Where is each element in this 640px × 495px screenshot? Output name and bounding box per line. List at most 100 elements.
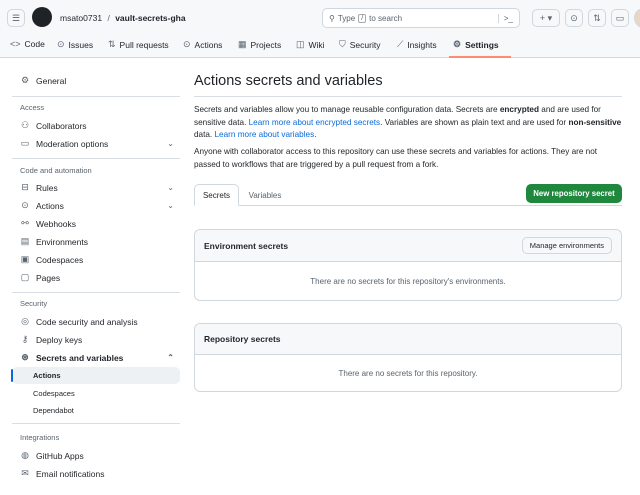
separator: / <box>107 13 109 23</box>
tab-issues[interactable]: ⊙ Issues <box>57 39 93 50</box>
tab-pull-requests[interactable]: ⇅ Pull requests <box>108 39 169 50</box>
sidebar-item-label: Codespaces <box>33 389 75 398</box>
panel-header: Repository secrets <box>195 324 621 355</box>
hamburger-icon: ☰ <box>12 13 20 24</box>
sidebar-subitem-codespaces[interactable]: Codespaces <box>12 385 180 402</box>
sidebar-item-label: Rules <box>36 183 58 193</box>
selected-indicator <box>11 369 13 382</box>
sidebar-item-label: Moderation options <box>36 139 108 149</box>
play-icon: ⊙ <box>183 39 191 50</box>
tab-label: Secrets <box>203 191 230 200</box>
book-icon: ◫ <box>296 39 305 50</box>
tab-secrets[interactable]: Secrets <box>194 184 239 206</box>
sidebar-item-actions[interactable]: ⊙Actions⌄ <box>12 197 180 214</box>
menu-button[interactable]: ☰ <box>7 9 25 27</box>
server-icon: ▤ <box>20 236 30 247</box>
repo-push-icon: ⊟ <box>20 182 30 193</box>
issue-icon: ⊙ <box>570 13 578 24</box>
sidebar-item-label: General <box>36 76 66 86</box>
issue-icon: ⊙ <box>57 39 65 50</box>
play-icon: ⊙ <box>20 200 30 211</box>
breadcrumb: msato0731 / vault-secrets-gha <box>60 13 186 23</box>
empty-state: There are no secrets for this repository… <box>195 355 621 391</box>
sidebar-item-github-apps[interactable]: ◍GitHub Apps <box>12 447 180 464</box>
shield-icon: ⛉ <box>339 39 346 50</box>
search-input[interactable]: ⚲ Type / to search >_ <box>322 8 520 28</box>
pull-requests-button[interactable]: ⇅ <box>588 9 606 27</box>
sidebar-item-collaborators[interactable]: ⚇ Collaborators <box>12 117 180 134</box>
avatar[interactable] <box>634 8 640 28</box>
sidebar-subitem-actions[interactable]: Actions <box>12 367 180 384</box>
tab-insights[interactable]: ⟋Insights <box>397 39 437 50</box>
sidebar-item-label: Code security and analysis <box>36 317 138 327</box>
new-repository-secret-button[interactable]: New repository secret <box>526 184 622 203</box>
tab-projects[interactable]: ▦Projects <box>238 39 281 50</box>
sidebar-item-label: Codespaces <box>36 255 83 265</box>
search-placeholder-post: to search <box>369 14 402 23</box>
create-new-button[interactable]: + ▾ <box>532 9 560 27</box>
sidebar-item-rules[interactable]: ⊟ Rules ⌄ <box>12 179 180 196</box>
divider <box>194 96 622 97</box>
plus-icon: + ▾ <box>540 13 552 24</box>
sidebar-subitem-dependabot[interactable]: Dependabot <box>12 402 180 419</box>
tab-actions[interactable]: ⊙Actions <box>183 39 222 50</box>
sidebar-item-code-security[interactable]: ◎Code security and analysis <box>12 313 180 330</box>
repo-link[interactable]: vault-secrets-gha <box>115 13 185 23</box>
sidebar-item-general[interactable]: ⚙General <box>12 72 180 89</box>
sidebar-item-label: Deploy keys <box>36 335 82 345</box>
github-logo-icon[interactable] <box>32 7 52 27</box>
sidebar-item-codespaces[interactable]: ▣Codespaces <box>12 251 180 268</box>
issues-button[interactable]: ⊙ <box>565 9 583 27</box>
sidebar-item-secrets-and-variables[interactable]: ⊛Secrets and variables⌃ <box>12 349 180 366</box>
sidebar-item-label: GitHub Apps <box>36 451 84 461</box>
repository-secrets-panel: Repository secrets There are no secrets … <box>194 323 622 392</box>
key-icon: ⚷ <box>20 334 30 345</box>
sidebar-item-webhooks[interactable]: ⚯ Webhooks <box>12 215 180 232</box>
sidebar-item-label: Actions <box>33 371 61 380</box>
command-palette-icon[interactable]: >_ <box>498 14 513 23</box>
panel-title: Repository secrets <box>204 334 281 344</box>
sidebar-item-email-notifications[interactable]: ✉Email notifications <box>12 465 180 482</box>
text: encrypted <box>500 105 539 114</box>
table-icon: ▦ <box>238 39 247 50</box>
tab-label: Pull requests <box>120 40 169 50</box>
tab-code[interactable]: <>Code <box>10 39 45 49</box>
panel-title: Environment secrets <box>204 241 288 251</box>
sidebar-item-label: Actions <box>36 201 64 211</box>
description: Secrets and variables allow you to manag… <box>194 104 624 142</box>
text: Secrets and variables allow you to manag… <box>194 105 500 114</box>
inbox-button[interactable]: ▭ <box>611 9 629 27</box>
divider <box>12 158 180 159</box>
button-label: New repository secret <box>533 189 614 198</box>
search-placeholder: Type <box>338 14 355 23</box>
chevron-up-icon: ⌃ <box>167 353 174 362</box>
sidebar-item-pages[interactable]: ▢Pages <box>12 269 180 286</box>
active-tab-underline <box>449 56 511 58</box>
pull-request-icon: ⇅ <box>108 39 116 50</box>
chevron-down-icon: ⌄ <box>167 183 174 192</box>
sidebar-heading-access: Access <box>20 103 44 112</box>
tab-variables[interactable]: Variables <box>240 184 290 206</box>
manage-environments-button[interactable]: Manage environments <box>522 237 612 254</box>
page-title: Actions secrets and variables <box>194 73 383 89</box>
collaborator-note: Anyone with collaborator access to this … <box>194 146 624 171</box>
webhook-icon: ⚯ <box>20 218 30 229</box>
tab-label: Issues <box>69 40 94 50</box>
sidebar-item-label: Webhooks <box>36 219 76 229</box>
tab-wiki[interactable]: ◫Wiki <box>296 39 325 50</box>
tab-settings[interactable]: ⚙Settings <box>453 39 499 50</box>
tab-label: Variables <box>249 191 282 200</box>
owner-link[interactable]: msato0731 <box>60 13 102 23</box>
search-shortcut: / <box>358 14 366 23</box>
sidebar-item-deploy-keys[interactable]: ⚷ Deploy keys <box>12 331 180 348</box>
sidebar-item-moderation[interactable]: ▭Moderation options⌄ <box>12 135 180 152</box>
sidebar-item-label: Collaborators <box>36 121 87 131</box>
encrypted-secrets-link[interactable]: Learn more about encrypted secrets <box>249 118 381 127</box>
tab-security[interactable]: ⛉Security <box>339 39 380 50</box>
mail-icon: ✉ <box>20 468 30 479</box>
variables-link[interactable]: Learn more about variables <box>215 130 315 139</box>
search-icon: ⚲ <box>329 14 335 23</box>
people-icon: ⚇ <box>20 120 30 131</box>
sidebar-item-environments[interactable]: ▤Environments <box>12 233 180 250</box>
panel-header: Environment secrets Manage environments <box>195 230 621 262</box>
